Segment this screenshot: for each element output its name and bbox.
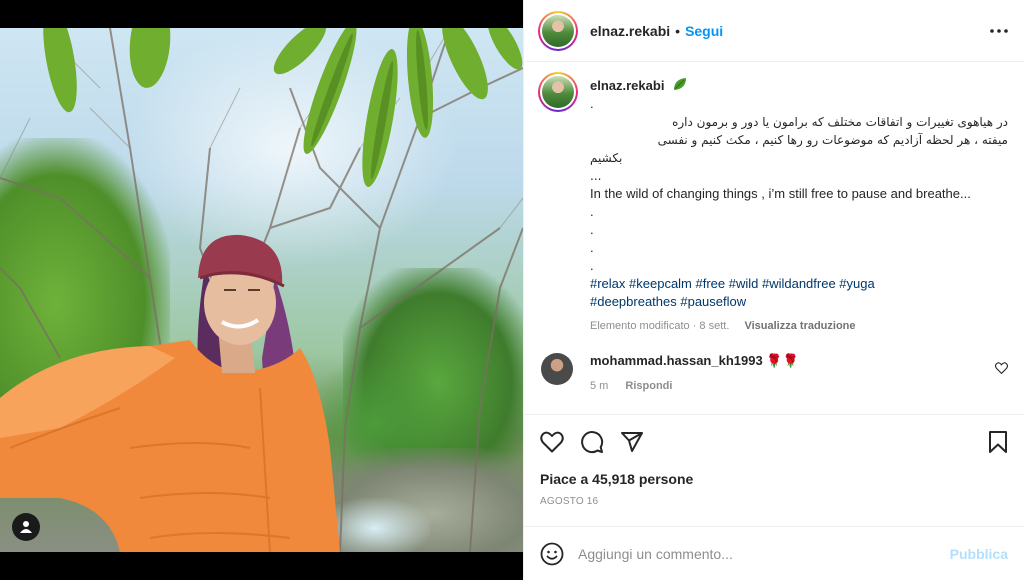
save-button[interactable] [988,431,1008,453]
post-date: AGOSTO 16 [540,496,599,507]
caption-dot: . [590,258,594,273]
hashtags[interactable]: #relax #keepcalm #free #wild #wildandfre… [590,275,1008,293]
bookmark-icon [989,431,1007,453]
separator: • [675,22,681,39]
header-username[interactable]: elnaz.rekabi [590,23,670,39]
caption-dot: . [590,204,594,219]
comment-meta: 5 m Rispondi [590,380,970,392]
like-button[interactable] [540,431,564,453]
heart-icon [540,431,564,453]
caption-farsi-line: بکشیم ... [590,151,623,183]
emoji-icon [540,542,564,565]
caption-dot: . [590,222,594,237]
caption-farsi-line: میفته ، هر لحظه آزادیم که موضوعات رو رها… [657,133,1008,147]
share-icon [621,432,643,452]
add-comment-bar: Pubblica [524,526,1024,580]
comment-username[interactable]: mohammad.hassan_kh1993 [590,353,763,368]
comment-icon [581,431,604,454]
caption: elnaz.rekabi . در هیاهوی تغییرات و اتفاق… [538,72,1008,335]
caption-english: In the wild of changing things , i’m sti… [590,186,971,201]
comment-input[interactable] [578,545,950,562]
leaf-icon [674,78,687,90]
comments-area[interactable]: elnaz.rekabi . در هیاهوی تغییرات و اتفاق… [524,62,1024,414]
person-photo-subject [0,234,340,552]
post-header: elnaz.rekabi • Segui [524,0,1024,62]
avatar[interactable] [541,353,573,385]
avatar[interactable] [538,10,578,51]
reply-button[interactable]: Rispondi [625,380,672,392]
comment: mohammad.hassan_kh1993 🌹🌹 5 m Rispondi [538,353,1008,392]
post-detail-panel: elnaz.rekabi • Segui elnaz.rekabi . در ه… [523,0,1024,580]
translate-link[interactable]: Visualizza traduzione [744,320,855,332]
share-button[interactable] [620,431,644,453]
caption-farsi-line: در هیاهوی تغییرات و اتفاقات مختلف که برا… [672,115,1008,129]
caption-meta: Elemento modificato · 8 sett. Visualizza… [590,317,1008,335]
post-actions: Piace a 45,918 persone AGOSTO 16 [524,414,1024,526]
hashtags[interactable]: #deepbreathes #pauseflow [590,293,1008,311]
edited-label: Elemento modificato · 8 sett. [590,320,730,332]
caption-dot: . [590,240,594,255]
user-tag-button[interactable] [12,513,40,541]
user-tag-icon [20,521,32,533]
post-photo[interactable] [0,28,523,552]
likes-count[interactable]: Piace a 45,918 persone [540,471,1008,487]
more-options-button[interactable] [990,28,1008,33]
caption-dot: . [590,96,594,111]
caption-username[interactable]: elnaz.rekabi [590,78,664,93]
follow-button[interactable]: Segui [685,23,723,39]
comment-button[interactable] [580,430,604,454]
heart-icon [995,362,1008,375]
emoji-button[interactable] [540,542,564,566]
comment-time[interactable]: 5 m [590,380,608,392]
more-icon [990,28,1008,33]
comment-text: 🌹🌹 [766,353,799,368]
publish-button[interactable]: Pubblica [950,546,1008,562]
avatar[interactable] [538,72,578,112]
comment-like-button[interactable] [995,361,1008,379]
post-media[interactable] [0,0,523,580]
